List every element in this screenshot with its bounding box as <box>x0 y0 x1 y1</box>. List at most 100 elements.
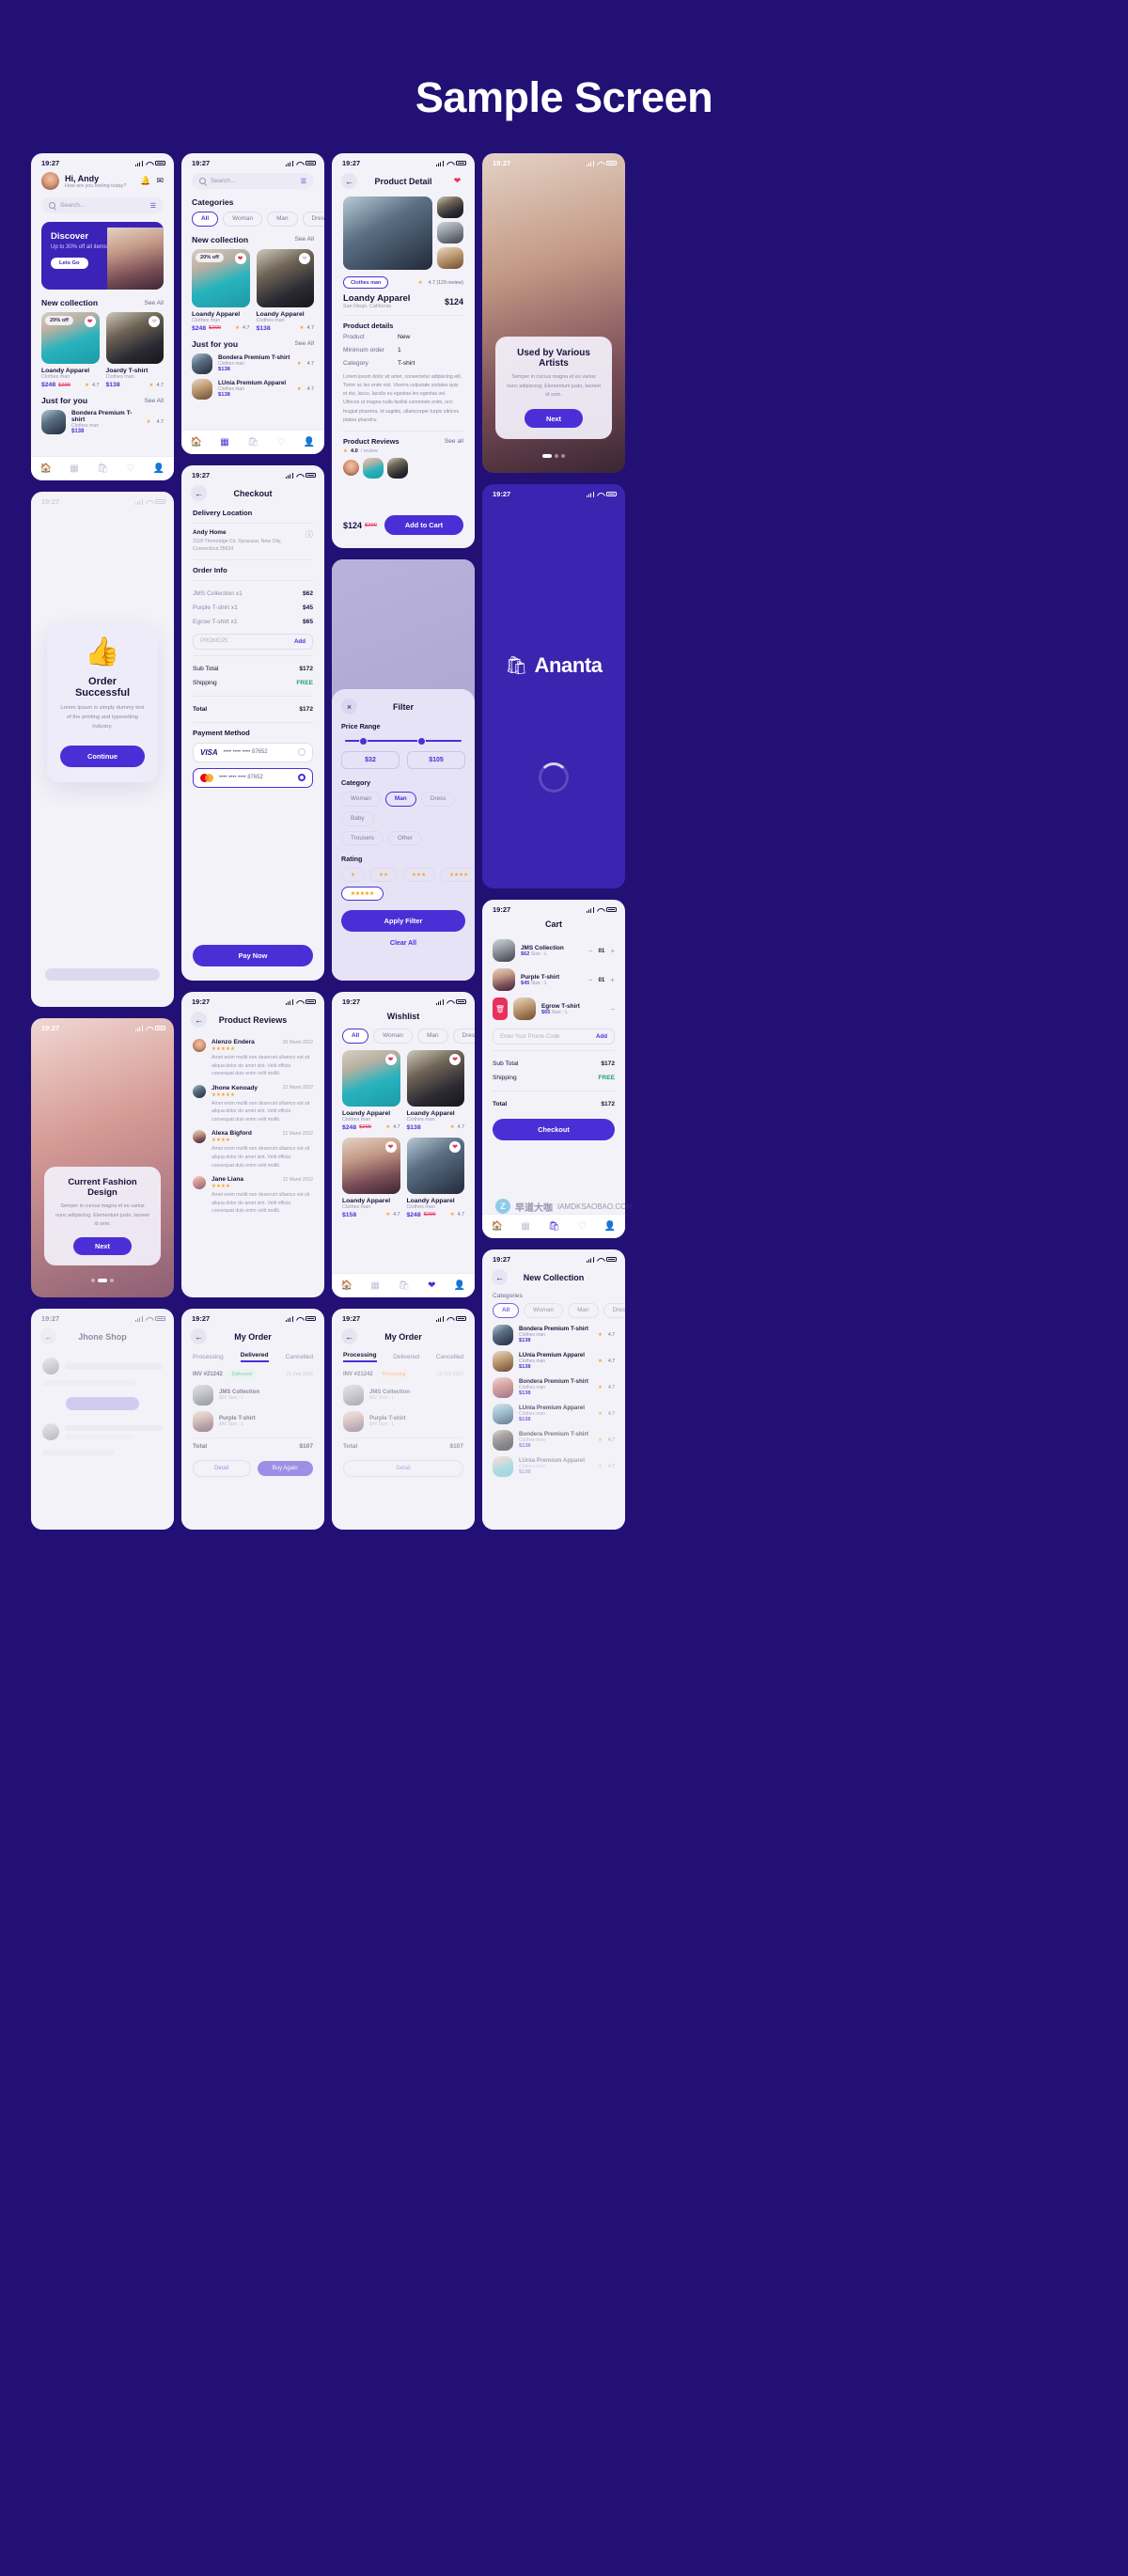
dot-active[interactable] <box>542 454 552 458</box>
wishlist-tab-woman[interactable]: Woman <box>373 1029 414 1044</box>
just-for-you-see-all[interactable]: See All <box>144 398 164 404</box>
slider-knob-max[interactable] <box>416 736 426 746</box>
category-chip-man[interactable]: Man <box>568 1303 599 1318</box>
favorite-icon[interactable]: ❤ <box>449 1140 461 1153</box>
tab-delivered[interactable]: Delivered <box>240 1352 269 1362</box>
tab-profile-icon[interactable]: 👤 <box>604 1221 616 1232</box>
tab-bag-icon[interactable]: 🛍 <box>97 463 109 474</box>
promo-input[interactable]: PROMO25 Add <box>193 633 313 650</box>
back-button[interactable]: ← <box>191 1328 207 1344</box>
tab-delivered[interactable]: Delivered <box>393 1354 419 1360</box>
dot[interactable] <box>110 1279 114 1282</box>
search-input[interactable]: Search... ☰ <box>192 173 314 189</box>
checkout-button[interactable]: Checkout <box>493 1119 615 1140</box>
decrease-quantity-button[interactable]: − <box>588 976 593 984</box>
filter-icon[interactable]: ☰ <box>150 202 156 210</box>
rating-chip-4[interactable]: ★★★★ <box>440 868 475 883</box>
review-photo[interactable] <box>363 457 384 479</box>
rating-chip-2[interactable]: ★★ <box>369 868 399 883</box>
product-card[interactable]: ❤ Loandy Apparel Clothes man $248 $299 ★ 4.… <box>342 1049 400 1131</box>
list-item[interactable]: Bondera Premium T-shirt Clothes man $138 ★… <box>493 1324 615 1345</box>
radio-selected[interactable] <box>298 774 306 782</box>
product-card[interactable]: 20% off ❤ Loandy Apparel Clothes man $24… <box>192 248 250 332</box>
list-item[interactable]: Bondera Premium T-shirt Clothes man $138 ★… <box>493 1376 615 1398</box>
increase-quantity-button[interactable]: + <box>610 976 615 984</box>
filter-chip-other[interactable]: Other <box>387 830 422 846</box>
wishlist-tab-all[interactable]: All <box>342 1029 369 1044</box>
banner-cta[interactable]: Lets Go <box>51 258 88 269</box>
order-tabs[interactable]: Processing Delivered Cancelled <box>332 1352 475 1362</box>
discover-banner[interactable]: Discover Up to 30% off all items Lets Go <box>41 222 164 290</box>
filter-chip-dress[interactable]: Dress <box>420 792 456 807</box>
promo-add-button[interactable]: Add <box>294 638 306 645</box>
filter-icon[interactable]: ☰ <box>301 178 306 185</box>
promo-input[interactable]: Enter Your Promo Code Add <box>493 1029 615 1045</box>
product-card[interactable]: ❤ Loandy Apparel Clothes man $138 ★ 4.7 <box>406 1049 464 1131</box>
filter-chip-baby[interactable]: Baby <box>341 810 374 826</box>
tab-processing[interactable]: Processing <box>343 1352 377 1362</box>
favorite-icon[interactable]: ❤ <box>149 316 160 327</box>
detail-button[interactable]: Detail <box>193 1460 251 1477</box>
just-for-you-see-all[interactable]: See All <box>294 340 314 347</box>
back-button[interactable]: ← <box>40 1328 56 1344</box>
decrease-quantity-button[interactable]: − <box>588 947 593 955</box>
list-item[interactable]: LUnia Premium Apparel Clothes man $138 ★ 4.… <box>493 1350 615 1372</box>
category-chips[interactable]: All Woman Man Dress <box>192 212 324 227</box>
list-item[interactable]: Bondera Premium T-shirt Clothes man $138… <box>41 410 164 434</box>
tab-profile-icon[interactable]: 👤 <box>454 1280 465 1291</box>
product-thumb[interactable] <box>437 247 463 269</box>
tab-home-icon[interactable]: 🏠 <box>191 437 202 448</box>
onboarding-dots[interactable] <box>482 454 625 458</box>
product-main-image[interactable] <box>343 196 432 270</box>
tab-home-icon[interactable]: 🏠 <box>40 463 52 474</box>
category-chips[interactable]: All Woman Man Dress <box>493 1303 625 1318</box>
close-icon[interactable]: × <box>341 699 357 715</box>
clear-all-button[interactable]: Clear All <box>341 940 465 947</box>
bottom-tab-bar[interactable]: 🏠 ▦ 🛍 ♡ 👤 <box>31 456 174 480</box>
tab-profile-icon[interactable]: 👤 <box>153 463 164 474</box>
wishlist-tab-dress[interactable]: Dress <box>452 1029 475 1044</box>
favorite-icon[interactable]: ❤ <box>449 173 465 189</box>
next-button[interactable]: Next <box>73 1237 132 1255</box>
favorite-icon[interactable]: ❤ <box>234 252 246 264</box>
tab-bag-icon[interactable]: 🛍 <box>398 1280 410 1291</box>
new-collection-see-all[interactable]: See All <box>294 236 314 243</box>
back-button[interactable]: ← <box>191 485 207 501</box>
increase-quantity-button[interactable]: + <box>610 947 615 955</box>
category-chip-all[interactable]: All <box>493 1303 520 1318</box>
category-chip-dress[interactable]: Dress <box>603 1303 625 1318</box>
list-item[interactable]: LUnia Premium Apparel Clothes man $138 ★… <box>192 378 314 400</box>
new-collection-see-all[interactable]: See All <box>144 300 164 306</box>
bottom-tab-bar[interactable]: 🏠 ▦ 🛍 ♡ 👤 <box>181 430 324 454</box>
filter-chip-trousers[interactable]: Trousers <box>341 830 384 846</box>
filter-chip-man[interactable]: Man <box>384 792 416 807</box>
tab-bag-icon[interactable]: 🛍 <box>247 437 259 448</box>
pay-now-button[interactable]: Pay Now <box>193 945 313 966</box>
buy-again-button[interactable]: Buy Again <box>257 1461 313 1476</box>
wishlist-tabs[interactable]: All Woman Man Dress <box>342 1029 475 1044</box>
tab-home-icon[interactable]: 🏠 <box>341 1280 352 1291</box>
tab-grid-icon[interactable]: ▦ <box>70 463 78 474</box>
favorite-icon[interactable]: ❤ <box>299 252 310 264</box>
category-chip-woman[interactable]: Woman <box>223 212 263 227</box>
tab-profile-icon[interactable]: 👤 <box>304 437 315 448</box>
product-card[interactable]: ❤ Loandy Apparel Clothes man $138 ★ 4.7 <box>256 248 314 332</box>
list-item[interactable]: LUnia Premium Apparel Clothes man $138 ★ 4.… <box>493 1403 615 1424</box>
avatar[interactable] <box>41 172 59 190</box>
notification-bell-icon[interactable]: 🔔 <box>140 176 150 186</box>
dot[interactable] <box>561 454 565 458</box>
list-item[interactable]: Bondera Premium T-shirt Clothes man $138 ★… <box>493 1429 615 1451</box>
favorite-icon[interactable]: ❤ <box>384 1053 397 1065</box>
product-thumb[interactable] <box>437 222 463 243</box>
payment-card-mastercard[interactable]: •••• •••• •••• 87652 <box>193 767 313 788</box>
rating-chip-3[interactable]: ★★★ <box>402 868 436 883</box>
message-icon[interactable]: ✉ <box>156 176 164 186</box>
product-thumb[interactable] <box>437 196 463 218</box>
tab-cancelled[interactable]: Cancelled <box>436 1354 463 1360</box>
filter-chip-woman[interactable]: Woman <box>341 792 381 807</box>
back-button[interactable]: ← <box>492 1269 508 1285</box>
onboarding-dots[interactable] <box>31 1279 174 1282</box>
product-card[interactable]: ❤ Joardy T-shirt Clothes man $138 ★ 4.7 <box>105 312 164 388</box>
rating-chip-1[interactable]: ★ <box>341 868 366 883</box>
reviews-see-all[interactable]: See all <box>445 438 463 445</box>
